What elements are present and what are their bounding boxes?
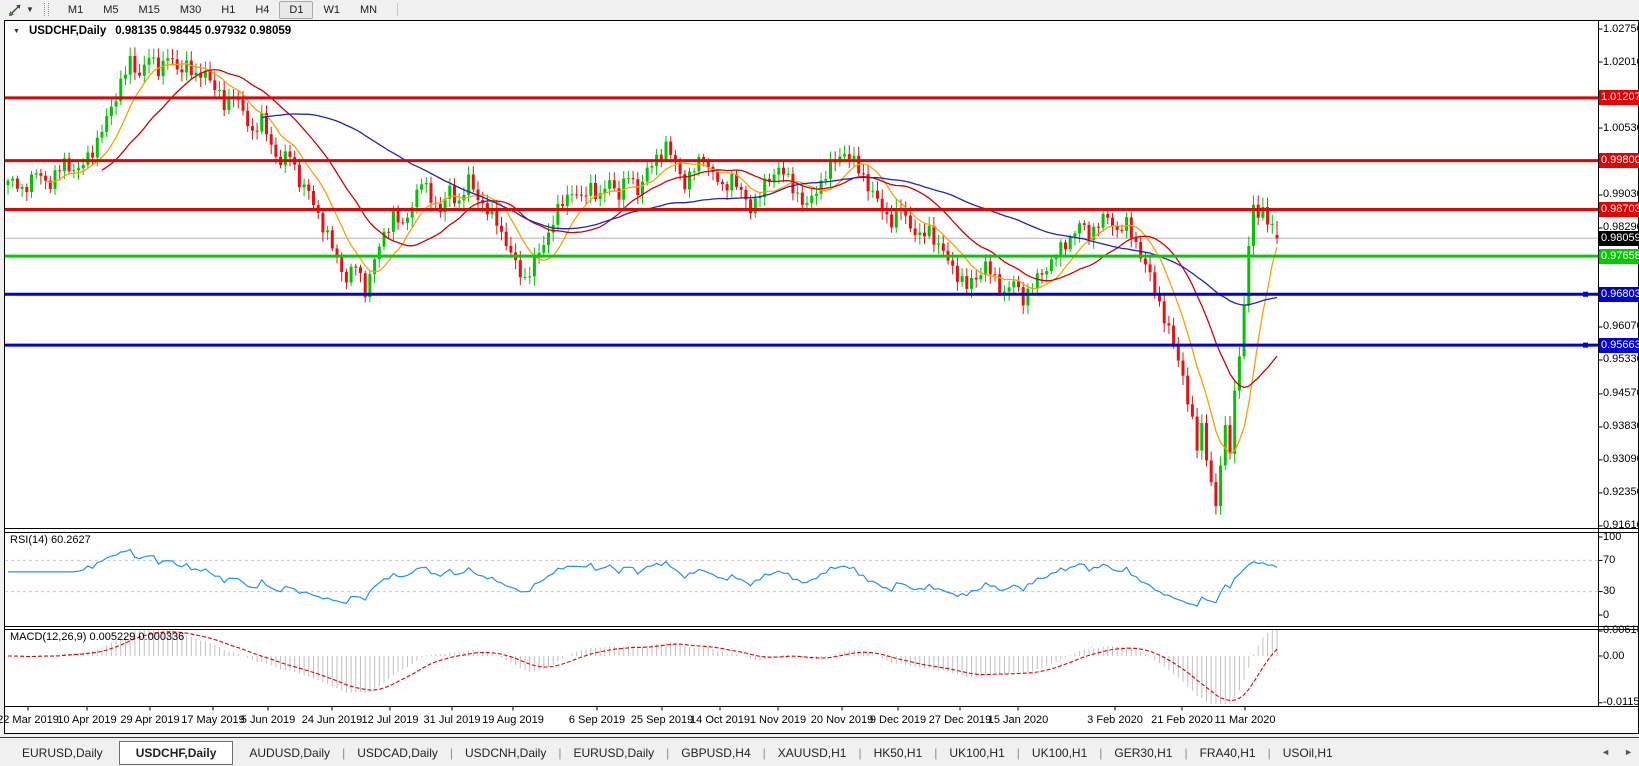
- chart-tab-USOil-H1[interactable]: USOil,H1: [1271, 742, 1345, 764]
- chart-tab-EURUSD-Daily[interactable]: EURUSD,Daily: [10, 742, 115, 764]
- chart-tab-USDCAD-Daily[interactable]: USDCAD,Daily: [345, 742, 450, 764]
- tab-scroll-left-icon[interactable]: ◄: [1601, 747, 1610, 757]
- chart-tab-bar: EURUSD,DailyUSDCHF,DailyAUDUSD,Daily|USD…: [0, 737, 1639, 766]
- chart-tab-XAUUSD-H1[interactable]: XAUUSD,H1: [766, 742, 859, 764]
- chart-tab-USDCNH-Daily[interactable]: USDCNH,Daily: [453, 742, 558, 764]
- chart-tab-GBPUSD-H4[interactable]: GBPUSD,H4: [669, 742, 762, 764]
- level-line-handle[interactable]: [1583, 292, 1588, 297]
- tab-scroll-right-icon[interactable]: ►: [1624, 747, 1633, 757]
- chart-tab-UK100-H1[interactable]: UK100,H1: [1020, 742, 1099, 764]
- level-line-handle[interactable]: [1583, 343, 1588, 348]
- chart-tab-FRA40-H1[interactable]: FRA40,H1: [1188, 742, 1268, 764]
- chart-tab-HK50-H1[interactable]: HK50,H1: [862, 742, 935, 764]
- chart-canvas[interactable]: [0, 0, 1639, 766]
- terminal-window: ▼ M1M5M15M30H1H4D1W1MN ▼ USDCHF,Daily 0.…: [0, 0, 1639, 766]
- chart-tab-AUDUSD-Daily[interactable]: AUDUSD,Daily: [237, 742, 342, 764]
- tab-scroll-arrows: ◄ ►: [1601, 747, 1633, 757]
- chart-tab-GER30-H1[interactable]: GER30,H1: [1102, 742, 1184, 764]
- chart-tab-EURUSD-Daily[interactable]: EURUSD,Daily: [561, 742, 666, 764]
- chart-tab-USDCHF-Daily[interactable]: USDCHF,Daily: [119, 741, 234, 765]
- chart-tab-UK100-H1[interactable]: UK100,H1: [937, 742, 1016, 764]
